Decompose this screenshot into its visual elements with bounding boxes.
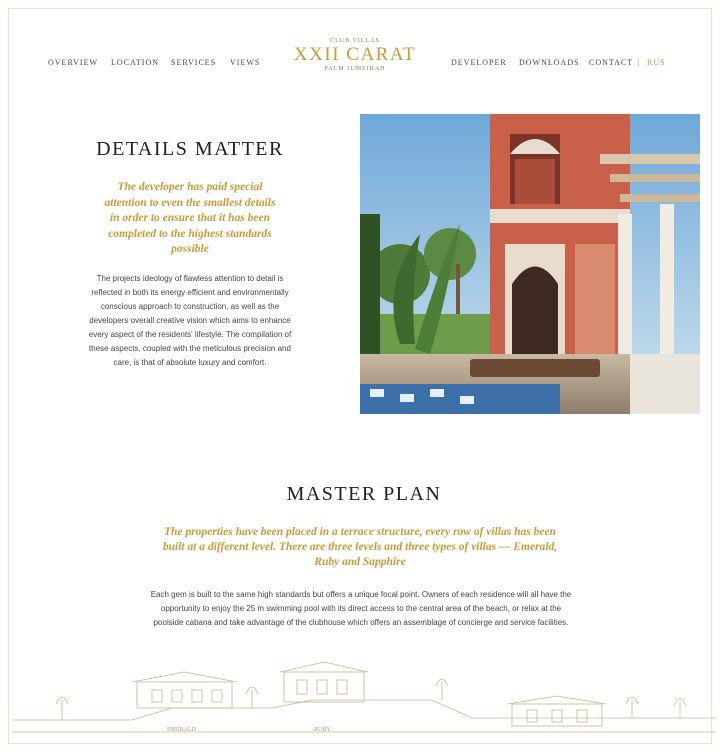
nav-services[interactable]: SERVICES [171, 58, 216, 67]
nav-location[interactable]: LOCATION [111, 58, 159, 67]
details-title: DETAILS MATTER [96, 138, 284, 160]
logo[interactable]: CLUB VILLAS XXII CARAT PALM JUMEIRAH [290, 38, 420, 72]
logo-bottom: PALM JUMEIRAH [324, 66, 386, 72]
master-plan-title: MASTER PLAN [286, 483, 442, 505]
sketch-label-ruby: RUBY [314, 727, 331, 733]
nav-developer[interactable]: DEVELOPER [451, 58, 507, 67]
villa-courtyard-image [360, 114, 700, 414]
logo-main: XXII CARAT [293, 44, 417, 65]
nav-separator: | [637, 57, 640, 67]
top-navigation: OVERVIEW LOCATION SERVICES VIEWS CLUB VI… [0, 0, 728, 100]
details-body: The projects ideology of flawless attent… [88, 274, 292, 367]
nav-views[interactable]: VIEWS [230, 58, 260, 67]
sketch-label-emerald: EMERALD [167, 727, 197, 733]
details-lead: The developer has paid special attention… [104, 181, 276, 255]
master-plan-lead: The properties have been placed in a ter… [162, 526, 558, 568]
nav-downloads[interactable]: DOWNLOADS [519, 58, 580, 67]
master-plan-body: Each gem is built to the same high stand… [150, 590, 572, 627]
nav-overview[interactable]: OVERVIEW [48, 58, 98, 67]
nav-lang-rus[interactable]: RUS [647, 58, 666, 67]
master-plan-sketch: EMERALD RUBY [12, 660, 716, 748]
nav-contact[interactable]: CONTACT [589, 58, 633, 67]
